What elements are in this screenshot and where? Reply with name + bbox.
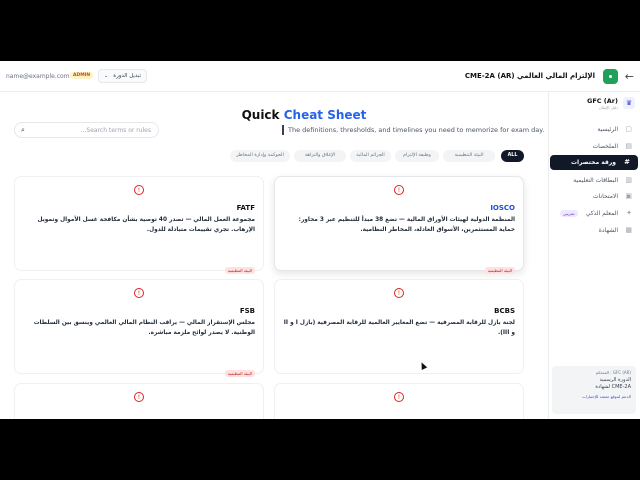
alert-circle-icon: !	[394, 288, 404, 298]
search-field[interactable]: ⌕ Search terms or rules...	[14, 122, 159, 138]
home-icon: ▢	[625, 125, 632, 133]
card-iosco[interactable]: ! IOSCO المنظمة الدولية لهيئات الأوراق ا…	[274, 176, 524, 274]
sidebar-item-exams[interactable]: ▣ الامتحانات	[548, 189, 640, 204]
course-title: الإلتزام المالي العالمي CME-2A (AR)	[464, 72, 595, 80]
sidebar-item-label: الملخصات	[592, 143, 618, 150]
card-fatf[interactable]: ! FATF مجموعة العمل المالي — تصدر 40 توص…	[14, 176, 264, 274]
filter-chip-integrity[interactable]: الإغلاق والنزاهة	[294, 150, 346, 162]
card-partial[interactable]: !	[274, 383, 524, 419]
footer-provider: المتحكم : GFC (AR)	[595, 370, 631, 375]
search-input[interactable]: Search terms or rules...	[81, 127, 151, 134]
title-part-cheat-sheet: Cheat Sheet	[283, 108, 367, 122]
sidebar-item-label: البطاقات التعليمية	[573, 177, 618, 184]
alert-circle-icon: !	[394, 185, 404, 195]
card-description: لجنة بازل للرقابة المصرفية — تضع المعايي…	[283, 320, 515, 336]
top-bar: ← الإلتزام المالي العالمي CME-2A (AR) na…	[0, 61, 640, 92]
sidebar-item-label: المعلم الذكي	[585, 210, 618, 217]
card-title: FATF	[236, 204, 255, 212]
sidebar-item-summaries[interactable]: ▤ الملخصات	[548, 139, 640, 154]
switch-course-label: تبديل الدورة	[113, 73, 141, 79]
cards-icon: ▥	[625, 176, 632, 184]
filter-chip-governance[interactable]: الحوكمة وإدارة المخاطر	[230, 150, 290, 162]
alert-circle-icon: !	[394, 392, 404, 402]
certificate-icon: ▦	[625, 226, 632, 234]
brand-title: GFC (Ar)	[587, 97, 618, 105]
card-partial[interactable]: !	[14, 383, 264, 419]
brand: GFC (Ar) دليل الإتقان	[587, 97, 618, 110]
sidebar-item-label: الرئيسية	[597, 126, 618, 133]
card-description: مجموعة العمل المالي — تصدر 40 توصية بشأن…	[37, 217, 255, 233]
exam-icon: ▣	[625, 192, 632, 200]
page-title: Quick Cheat Sheet	[0, 108, 548, 122]
card-title: IOSCO	[490, 204, 515, 212]
category-tag: البيئة التنظيمية	[484, 267, 515, 274]
alert-circle-icon: !	[134, 185, 144, 195]
footer-course: الدورة الرسمية	[599, 377, 631, 383]
filter-chip-regulatory[interactable]: البيئة التنظيمية	[443, 150, 495, 162]
category-tag: البيئة التنظيمية	[224, 267, 255, 274]
sidebar-item-label: الشهادة	[598, 227, 618, 234]
card-title: FSB	[239, 307, 255, 315]
beta-badge: تجريبي	[560, 210, 578, 217]
app-logo-icon	[603, 69, 618, 84]
card-bcbs[interactable]: ! BCBS لجنة بازل للرقابة المصرفية — تضع …	[274, 279, 524, 374]
sidebar-item-ai-tutor[interactable]: ✦ المعلم الذكي تجريبي	[548, 206, 640, 221]
subtitle-accent	[282, 125, 284, 135]
card-description: مجلس الإستقرار المالي — يراقب النظام الم…	[33, 320, 255, 336]
sidebar-item-label: الامتحانات	[593, 193, 618, 200]
filter-chip-all[interactable]: ALL	[501, 150, 524, 162]
switch-course-button[interactable]: ⌄ تبديل الدورة	[98, 69, 147, 83]
app-window: ← الإلتزام المالي العالمي CME-2A (AR) na…	[0, 61, 640, 419]
sidebar: ♛ GFC (Ar) دليل الإتقان ▢ الرئيسية ▤ الم…	[548, 92, 640, 419]
chevron-down-icon: ⌄	[104, 73, 109, 79]
sparkle-icon: ✦	[626, 209, 632, 217]
sidebar-item-cheat-sheet[interactable]: # ورقة مختصرات	[550, 155, 638, 170]
filter-chip-compliance[interactable]: وظيفة الإلتزام	[395, 150, 439, 162]
category-tag: البيئة التنظيمية	[224, 370, 255, 377]
hash-icon: #	[624, 158, 630, 166]
trophy-icon: ♛	[623, 97, 635, 109]
alert-circle-icon: !	[134, 392, 144, 402]
filter-chip-financial-crime[interactable]: الجرائم المالية	[350, 150, 391, 162]
card-description: المنظمة الدولية لهيئات الأوراق المالية —…	[298, 217, 515, 233]
card-title: BCBS	[494, 307, 515, 315]
title-part-quick: Quick	[241, 108, 280, 122]
book-icon: ▤	[625, 142, 632, 150]
arrow-left-icon[interactable]: ←	[625, 70, 634, 83]
footer-link[interactable]: الدعم لموقع معتمد للإختبارات	[557, 394, 631, 399]
search-icon: ⌕	[21, 126, 25, 134]
sidebar-item-flashcards[interactable]: ▥ البطاقات التعليمية	[548, 173, 640, 188]
sidebar-item-certificate[interactable]: ▦ الشهادة	[548, 223, 640, 238]
user-email: name@example.com	[6, 73, 70, 80]
sidebar-item-label: ورقة مختصرات	[570, 159, 616, 166]
sidebar-item-home[interactable]: ▢ الرئيسية	[548, 122, 640, 137]
alert-circle-icon: !	[134, 288, 144, 298]
card-fsb[interactable]: ! FSB مجلس الإستقرار المالي — يراقب النظ…	[14, 279, 264, 377]
role-badge: ADMIN	[70, 72, 94, 79]
brand-subtitle: دليل الإتقان	[598, 105, 618, 110]
footer-certificate: لشهادة CME-2A	[595, 384, 631, 390]
page-subtitle: The definitions, thresholds, and timelin…	[288, 126, 545, 134]
sidebar-footer: المتحكم : GFC (AR) الدورة الرسمية لشهادة…	[552, 366, 636, 414]
